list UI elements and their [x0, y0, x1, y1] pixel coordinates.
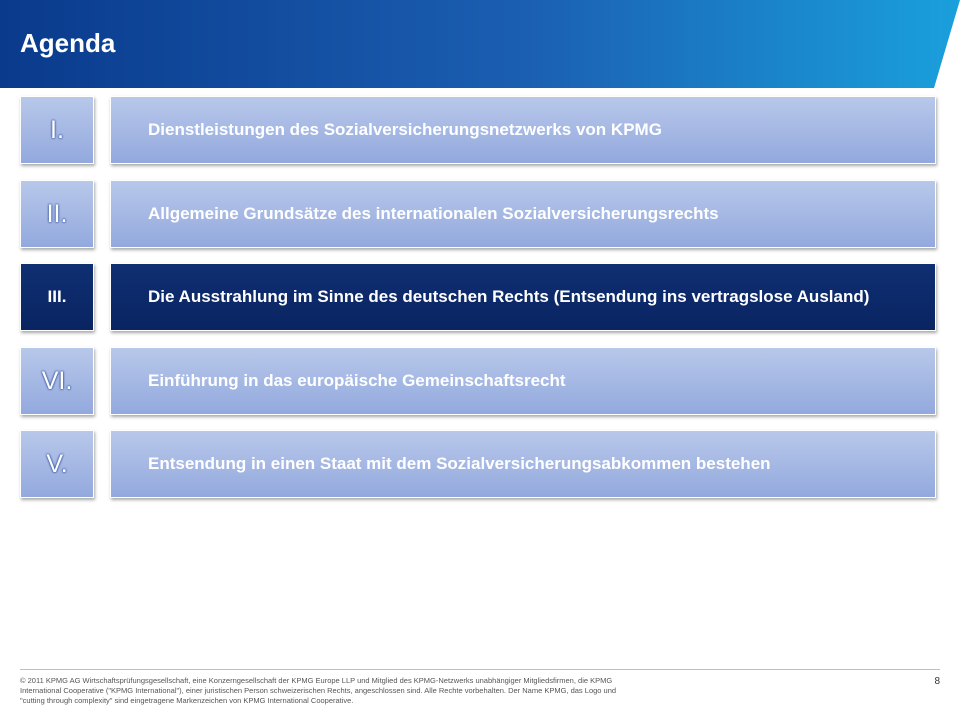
agenda-label: Einführung in das europäische Gemeinscha…: [148, 371, 566, 390]
agenda-number: II.: [46, 199, 68, 228]
agenda-text-box: Entsendung in einen Staat mit dem Sozial…: [110, 430, 936, 498]
agenda-label: Die Ausstrahlung im Sinne des deutschen …: [148, 287, 870, 306]
agenda-text-box: Einführung in das europäische Gemeinscha…: [110, 347, 936, 415]
agenda-number: I.: [50, 115, 64, 144]
agenda-number-box: I.: [20, 96, 94, 164]
agenda-text-box: Dienstleistungen des Sozialversicherungs…: [110, 96, 936, 164]
agenda-label: Dienstleistungen des Sozialversicherungs…: [148, 120, 662, 139]
agenda-number: VI.: [41, 366, 73, 395]
agenda-number-box: II.: [20, 180, 94, 248]
agenda-text-box: Die Ausstrahlung im Sinne des deutschen …: [110, 263, 936, 331]
page-title: Agenda: [20, 28, 116, 58]
agenda-number-box: III.: [20, 263, 94, 331]
agenda-text-box: Allgemeine Grundsätze des internationale…: [110, 180, 936, 248]
header-banner: [0, 0, 960, 88]
agenda-item-4: VI. Einführung in das europäische Gemein…: [20, 347, 940, 417]
agenda-item-1: I. Dienstleistungen des Sozialversicheru…: [20, 96, 940, 166]
page-number: 8: [934, 676, 940, 687]
agenda-item-2: II. Allgemeine Grundsätze des internatio…: [20, 180, 940, 250]
agenda-item-3-active: III. Die Ausstrahlung im Sinne des deuts…: [20, 263, 940, 333]
agenda-number-box: VI.: [20, 347, 94, 415]
agenda-number-box: V.: [20, 430, 94, 498]
footer-copyright: © 2011 KPMG AG Wirtschaftsprüfungsgesell…: [20, 676, 617, 705]
agenda-item-5: V. Entsendung in einen Staat mit dem Soz…: [20, 430, 940, 500]
agenda-label: Entsendung in einen Staat mit dem Sozial…: [148, 454, 771, 473]
agenda-number: V.: [46, 449, 68, 478]
footer-divider: [20, 669, 940, 670]
agenda-label: Allgemeine Grundsätze des internationale…: [148, 204, 719, 223]
agenda-number: III.: [47, 287, 67, 306]
